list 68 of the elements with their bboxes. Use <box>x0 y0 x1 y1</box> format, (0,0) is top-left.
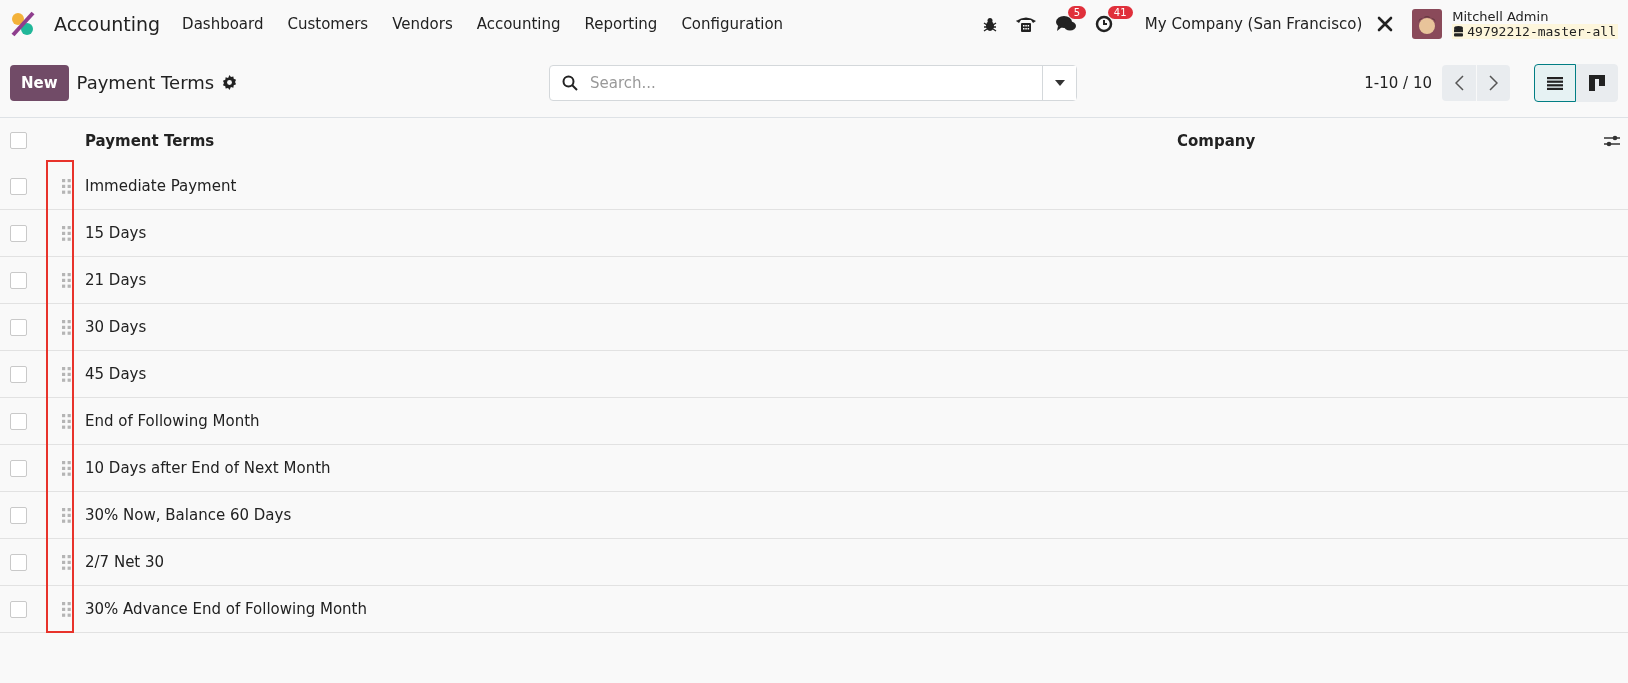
table-cell[interactable]: 30% Advance End of Following Month <box>85 600 1177 618</box>
menu-item[interactable]: Accounting <box>476 15 561 33</box>
list-icon <box>1547 75 1563 90</box>
table-cell[interactable]: 21 Days <box>85 271 1177 289</box>
row-checkbox[interactable] <box>10 459 27 477</box>
kanban-icon <box>1589 74 1605 91</box>
drag-handle-icon[interactable] <box>62 554 71 570</box>
menu-item[interactable]: Customers <box>287 15 369 33</box>
table-cell[interactable]: 45 Days <box>85 365 1177 383</box>
search-options-button[interactable] <box>1042 65 1076 100</box>
pager-value[interactable]: 1-10 / 10 <box>1364 73 1432 92</box>
search-icon <box>562 74 578 91</box>
search-bar[interactable]: Search... <box>549 64 1077 101</box>
column-header[interactable]: Payment Terms <box>85 131 1177 150</box>
row-checkbox[interactable] <box>10 224 27 242</box>
drag-handle-icon[interactable] <box>62 601 71 617</box>
settings-icon[interactable] <box>222 75 238 90</box>
app-name[interactable]: Accounting <box>54 13 161 35</box>
company-switcher[interactable]: My Company (San Francisco) <box>1144 15 1363 33</box>
menu-item[interactable]: Configuration <box>681 15 784 33</box>
table-cell[interactable]: 30% Now, Balance 60 Days <box>85 506 1177 524</box>
message-count-badge: 5 <box>1067 6 1087 19</box>
row-checkbox[interactable] <box>10 412 27 430</box>
bug-icon[interactable] <box>982 16 997 32</box>
drag-handle-icon[interactable] <box>62 319 71 335</box>
chevron-right-icon <box>1489 74 1498 91</box>
drag-handle-icon[interactable] <box>62 272 71 288</box>
menu-item[interactable]: Reporting <box>584 15 658 33</box>
menu-item[interactable]: Vendors <box>392 15 453 33</box>
column-options-icon[interactable] <box>1604 133 1620 148</box>
list-view-button[interactable] <box>1534 63 1576 102</box>
drag-handle-icon[interactable] <box>62 460 71 476</box>
table-cell[interactable]: Immediate Payment <box>85 177 1177 195</box>
phone-icon[interactable] <box>1014 15 1037 33</box>
column-header[interactable]: Company <box>1177 131 1604 150</box>
user-name[interactable]: Mitchell Admin <box>1452 9 1618 24</box>
new-button[interactable]: New <box>10 64 69 101</box>
kanban-view-button[interactable] <box>1576 63 1618 102</box>
drag-handle-icon[interactable] <box>62 507 71 523</box>
select-all-checkbox[interactable] <box>10 132 27 149</box>
row-checkbox[interactable] <box>10 600 27 618</box>
row-checkbox[interactable] <box>10 318 27 336</box>
drag-handle-icon[interactable] <box>62 366 71 382</box>
row-checkbox[interactable] <box>10 177 27 195</box>
drag-handle-icon[interactable] <box>62 225 71 241</box>
row-checkbox[interactable] <box>10 365 27 383</box>
row-checkbox[interactable] <box>10 271 27 289</box>
chat-icon[interactable] <box>1054 15 1077 33</box>
table-cell[interactable]: 15 Days <box>85 224 1177 242</box>
avatar-icon[interactable] <box>1412 9 1443 39</box>
table-cell[interactable]: 10 Days after End of Next Month <box>85 459 1177 477</box>
table-cell[interactable]: End of Following Month <box>85 412 1177 430</box>
row-checkbox[interactable] <box>10 553 27 571</box>
app-logo-icon[interactable] <box>10 11 36 37</box>
drag-handle-icon[interactable] <box>62 178 71 194</box>
table-cell[interactable]: 30 Days <box>85 318 1177 336</box>
menu-item[interactable]: Dashboard <box>182 15 264 33</box>
activity-count-badge: 41 <box>1107 6 1133 19</box>
chevron-left-icon <box>1454 74 1464 91</box>
table-cell[interactable]: 2/7 Net 30 <box>85 553 1177 571</box>
drag-handle-icon[interactable] <box>62 413 71 429</box>
clock-icon[interactable] <box>1094 15 1113 33</box>
row-checkbox[interactable] <box>10 506 27 524</box>
database-label: 49792212-master-all <box>1467 24 1616 39</box>
page-title: Payment Terms <box>76 72 215 93</box>
caret-icon <box>1054 79 1065 86</box>
database-icon <box>1454 26 1464 37</box>
search-field[interactable]: Search... <box>588 72 1042 93</box>
